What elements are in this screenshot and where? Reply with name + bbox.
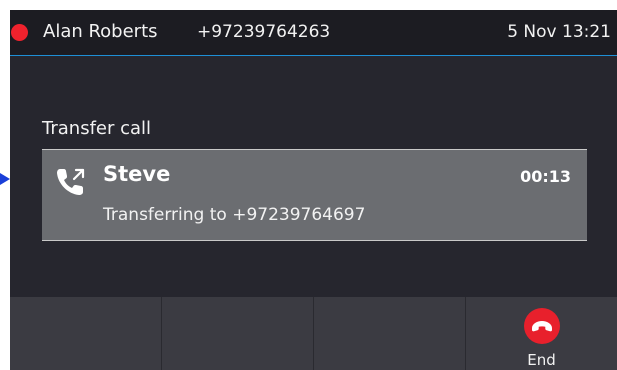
status-contact-name: Alan Roberts xyxy=(43,21,158,42)
call-transfer-icon xyxy=(57,168,85,195)
phone-screen: Alan Roberts +97239764263 5 Nov 13:21 Tr… xyxy=(10,10,617,370)
active-call-item[interactable]: Steve 00:13 Transferring to +97239764697 xyxy=(42,149,587,241)
status-bar: Alan Roberts +97239764263 5 Nov 13:21 xyxy=(10,10,617,56)
softkey-3[interactable] xyxy=(314,297,466,370)
end-call-button[interactable]: End xyxy=(466,297,617,370)
softkey-2[interactable] xyxy=(162,297,314,370)
softkey-bar: End xyxy=(10,297,617,370)
call-contact-name: Steve xyxy=(103,162,171,186)
end-call-icon xyxy=(523,308,560,344)
call-status-text: Transferring to +97239764697 xyxy=(103,205,366,225)
page-title: Transfer call xyxy=(42,118,152,139)
softkey-1[interactable] xyxy=(10,297,162,370)
status-date-time: 5 Nov 13:21 xyxy=(507,22,611,42)
call-duration: 00:13 xyxy=(520,167,571,186)
status-contact-number: +97239764263 xyxy=(197,22,331,42)
end-call-label: End xyxy=(527,351,556,369)
status-dot-icon xyxy=(11,24,28,41)
pointer-arrow-icon xyxy=(0,173,10,185)
